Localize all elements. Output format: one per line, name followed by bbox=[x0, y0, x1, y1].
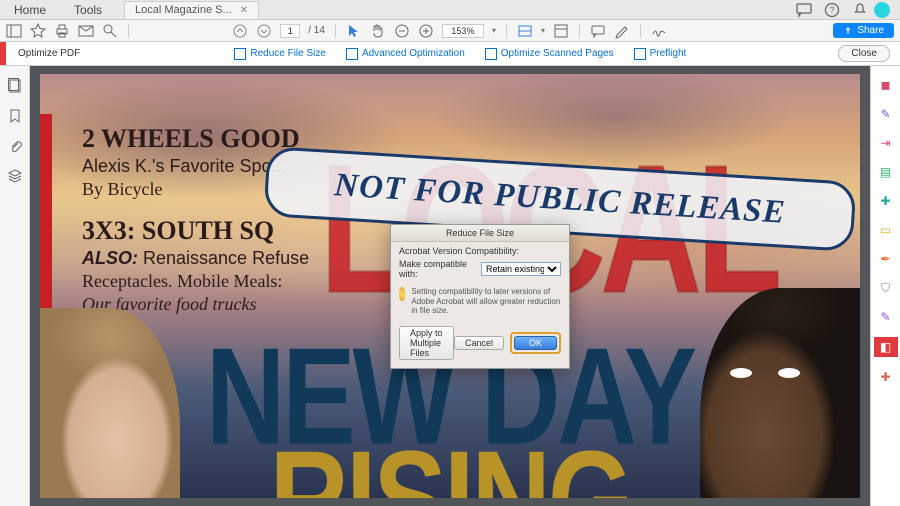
sidebar-toggle-icon[interactable] bbox=[6, 23, 22, 39]
close-tab-icon[interactable]: ✕ bbox=[240, 5, 248, 16]
thumbnails-icon[interactable] bbox=[7, 78, 23, 94]
apply-multiple-button[interactable]: Apply to Multiple Files bbox=[399, 326, 454, 360]
cover-red-bar bbox=[40, 114, 52, 329]
reduce-file-size-button[interactable]: Reduce File Size bbox=[234, 48, 326, 60]
make-compatible-label: Make compatible with: bbox=[399, 259, 475, 279]
optimize-scanned-button[interactable]: Optimize Scanned Pages bbox=[485, 48, 614, 60]
toc-also-line2: Receptacles. Mobile Meals: bbox=[82, 271, 309, 292]
advanced-icon bbox=[346, 48, 358, 60]
zoom-value[interactable]: 153% bbox=[442, 24, 484, 38]
app-menubar: Home Tools Local Magazine S... ✕ ? bbox=[0, 0, 900, 20]
tool-create-icon[interactable]: ◼ bbox=[877, 76, 895, 94]
right-tool-rail: ◼ ✎ ⇥ ▤ ✚ ▭ ✒ ⛉ ✎ ◧ ✚ bbox=[870, 66, 900, 506]
toc-heading-2: 3X3: SOUTH SQ bbox=[82, 216, 309, 246]
page-number-input[interactable]: 1 bbox=[280, 24, 300, 38]
highlight-icon[interactable] bbox=[614, 23, 630, 39]
tool-comment-icon[interactable]: ✚ bbox=[877, 192, 895, 210]
reduce-icon bbox=[234, 48, 246, 60]
cover-headline-2: RISING bbox=[40, 420, 860, 498]
help-icon[interactable]: ? bbox=[824, 2, 840, 18]
comment-icon[interactable] bbox=[590, 23, 606, 39]
zoom-dropdown-icon[interactable]: ▾ bbox=[492, 26, 496, 35]
select-tool-icon[interactable] bbox=[346, 23, 362, 39]
tool-more-icon[interactable]: ✚ bbox=[877, 368, 895, 386]
workspace: LOCAL 2 WHEELS GOOD Alexis K.'s Favorite… bbox=[0, 66, 900, 506]
attachment-icon[interactable] bbox=[7, 138, 23, 154]
svg-text:?: ? bbox=[829, 5, 834, 15]
tool-fill-icon[interactable]: ▭ bbox=[877, 221, 895, 239]
reduce-file-size-dialog: Reduce File Size Acrobat Version Compati… bbox=[390, 224, 570, 369]
optimize-toolbar: Optimize PDF Reduce File Size Advanced O… bbox=[0, 42, 900, 66]
ok-button-highlight: OK bbox=[510, 332, 561, 354]
user-avatar[interactable] bbox=[874, 2, 890, 18]
bell-icon[interactable] bbox=[852, 2, 868, 18]
document-canvas[interactable]: LOCAL 2 WHEELS GOOD Alexis K.'s Favorite… bbox=[30, 66, 870, 506]
layers-icon[interactable] bbox=[7, 168, 23, 184]
fit-dropdown-icon[interactable]: ▾ bbox=[541, 26, 545, 35]
tool-organize-icon[interactable]: ▤ bbox=[877, 163, 895, 181]
mail-icon[interactable] bbox=[78, 23, 94, 39]
dialog-tip-text: Setting compatibility to later versions … bbox=[411, 287, 561, 316]
page-down-icon[interactable] bbox=[256, 23, 272, 39]
chat-icon[interactable] bbox=[796, 2, 812, 18]
print-icon[interactable] bbox=[54, 23, 70, 39]
page-up-icon[interactable] bbox=[232, 23, 248, 39]
ok-button[interactable]: OK bbox=[514, 336, 557, 350]
hand-tool-icon[interactable] bbox=[370, 23, 386, 39]
tool-protect-icon[interactable]: ⛉ bbox=[877, 279, 895, 297]
cancel-button[interactable]: Cancel bbox=[454, 336, 504, 350]
zoom-in-icon[interactable] bbox=[418, 23, 434, 39]
fit-width-icon[interactable] bbox=[517, 23, 533, 39]
left-nav-rail bbox=[0, 66, 30, 506]
document-tab[interactable]: Local Magazine S... ✕ bbox=[124, 1, 259, 19]
lightbulb-icon bbox=[399, 287, 405, 301]
star-icon[interactable] bbox=[30, 23, 46, 39]
preflight-button[interactable]: Preflight bbox=[634, 48, 687, 60]
zoom-out-icon[interactable] bbox=[394, 23, 410, 39]
share-label: Share bbox=[857, 25, 884, 36]
tool-redact-icon[interactable]: ✎ bbox=[877, 308, 895, 326]
tab-title: Local Magazine S... bbox=[135, 4, 232, 16]
optimize-title: Optimize PDF bbox=[6, 48, 92, 59]
share-button[interactable]: Share bbox=[833, 23, 894, 38]
tool-export-icon[interactable]: ⇥ bbox=[877, 134, 895, 152]
compatibility-select[interactable]: Retain existing bbox=[481, 262, 561, 276]
tool-edit-icon[interactable]: ✎ bbox=[877, 105, 895, 123]
menu-home[interactable]: Home bbox=[0, 3, 60, 17]
read-mode-icon[interactable] bbox=[553, 23, 569, 39]
tool-sign-icon[interactable]: ✒ bbox=[877, 250, 895, 268]
compat-heading: Acrobat Version Compatibility: bbox=[399, 246, 561, 256]
scanned-icon bbox=[485, 48, 497, 60]
toc-also-line1: ALSO: Renaissance Refuse bbox=[82, 248, 309, 269]
tool-optimize-icon[interactable]: ◧ bbox=[874, 337, 898, 357]
main-toolbar: 1 / 14 153% ▾ ▾ Share bbox=[0, 20, 900, 42]
advanced-optimization-button[interactable]: Advanced Optimization bbox=[346, 48, 465, 60]
sign-icon[interactable] bbox=[651, 23, 667, 39]
page-total-label: / 14 bbox=[308, 25, 325, 36]
menu-tools[interactable]: Tools bbox=[60, 3, 116, 17]
search-icon[interactable] bbox=[102, 23, 118, 39]
preflight-icon bbox=[634, 48, 646, 60]
close-toolbar-button[interactable]: Close bbox=[838, 45, 890, 62]
bookmark-icon[interactable] bbox=[7, 108, 23, 124]
dialog-title: Reduce File Size bbox=[391, 225, 569, 242]
